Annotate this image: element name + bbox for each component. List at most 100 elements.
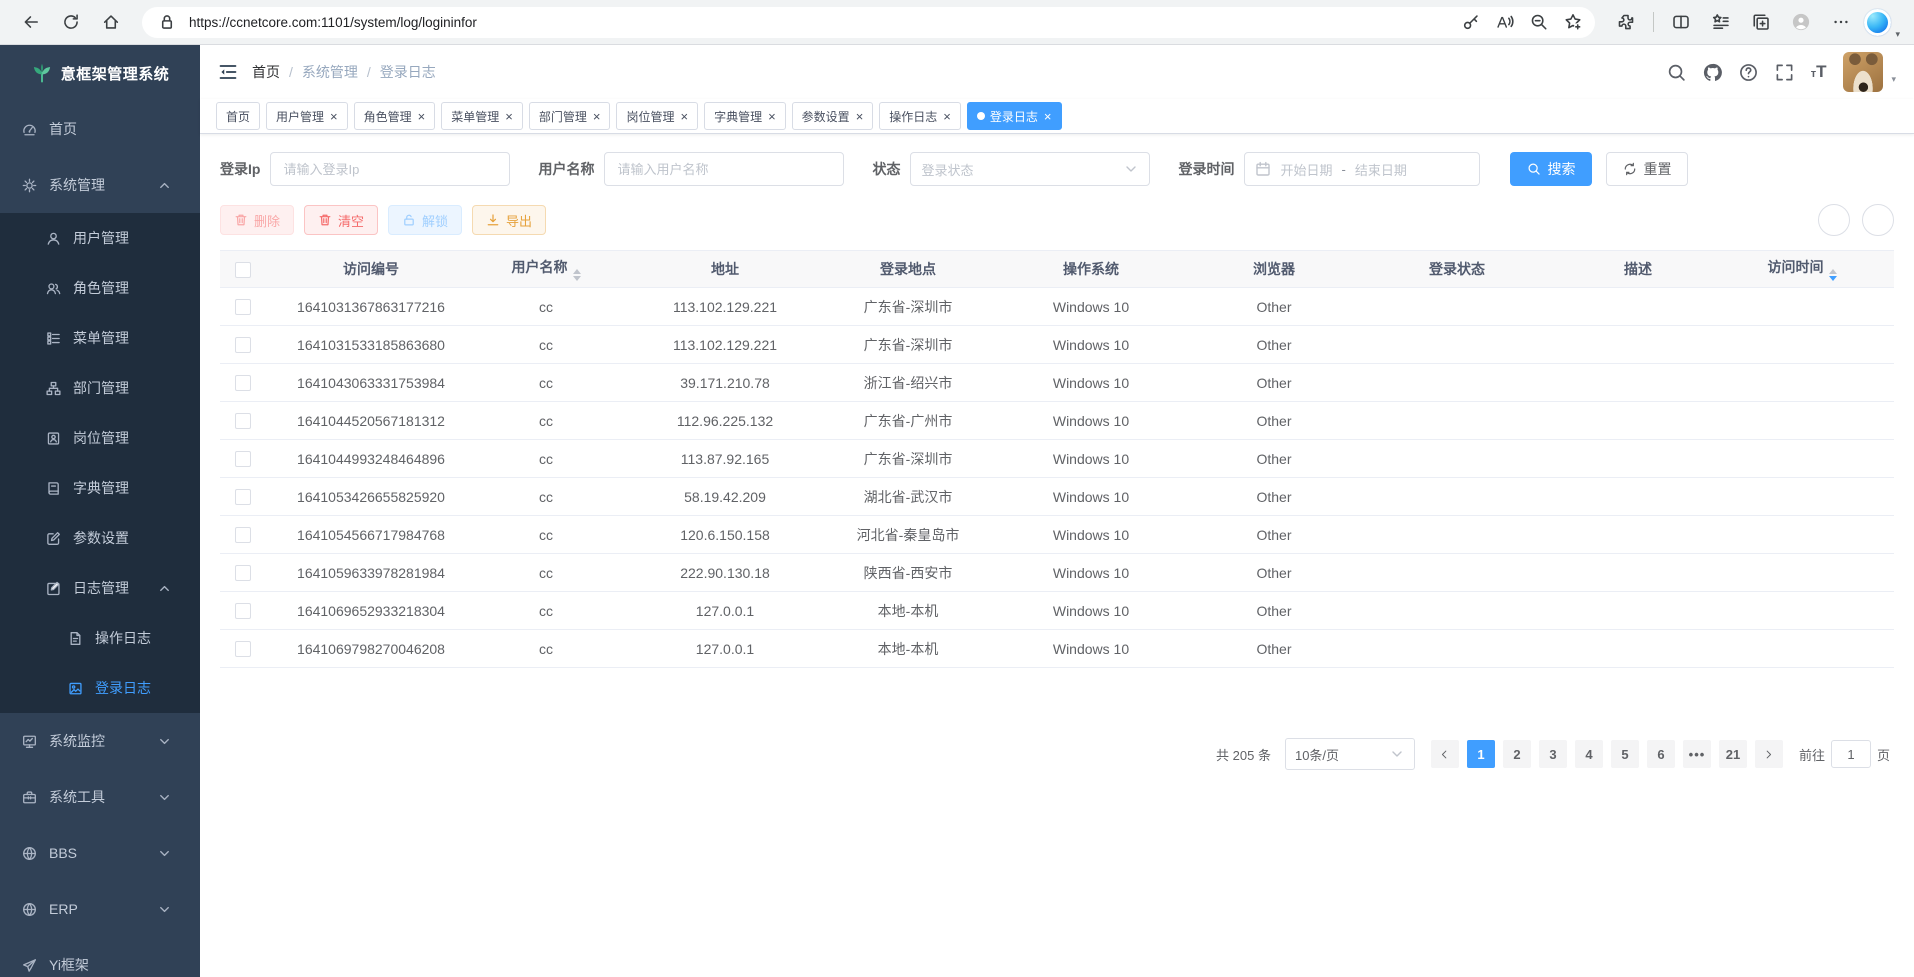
split-screen-icon[interactable] (1664, 6, 1698, 38)
reset-button-label: 重置 (1643, 159, 1671, 179)
sidebar-item-erp[interactable]: ERP (0, 881, 200, 937)
row-checkbox[interactable] (235, 641, 251, 657)
unlock-button[interactable]: 解锁 (388, 205, 462, 235)
sidebar-item-bbs[interactable]: BBS (0, 825, 200, 881)
favorites-bar-icon[interactable] (1704, 6, 1738, 38)
close-tab-icon[interactable]: × (768, 110, 776, 123)
tab-home[interactable]: 首页 (216, 102, 260, 130)
reset-button[interactable]: 重置 (1606, 152, 1688, 186)
sidebar-item-role[interactable]: 角色管理 (0, 263, 200, 313)
row-checkbox[interactable] (235, 527, 251, 543)
sidebar-item-user[interactable]: 用户管理 (0, 213, 200, 263)
font-size-icon[interactable]: тT (1811, 62, 1827, 82)
page-button-6[interactable]: 6 (1647, 740, 1675, 768)
tab-param[interactable]: 参数设置× (792, 102, 874, 130)
password-key-icon[interactable] (1459, 6, 1483, 38)
close-tab-icon[interactable]: × (330, 110, 338, 123)
page-button-3[interactable]: 3 (1539, 740, 1567, 768)
address-bar[interactable]: https://ccnetcore.com:1101/system/log/lo… (142, 7, 1595, 38)
close-tab-icon[interactable]: × (505, 110, 513, 123)
page-button-2[interactable]: 2 (1503, 740, 1531, 768)
tab-post[interactable]: 岗位管理× (616, 102, 698, 130)
table-refresh-button[interactable] (1862, 204, 1894, 236)
github-icon[interactable] (1703, 63, 1722, 82)
select-all-checkbox[interactable] (235, 262, 251, 278)
sidebar-item-monitor[interactable]: 系统监控 (0, 713, 200, 769)
read-aloud-icon[interactable] (1493, 6, 1517, 38)
row-checkbox[interactable] (235, 413, 251, 429)
favorite-star-icon[interactable] (1561, 6, 1585, 38)
sidebar-item-system[interactable]: 系统管理 (0, 157, 200, 213)
close-tab-icon[interactable]: × (593, 110, 601, 123)
sidebar-item-yi[interactable]: Yi框架 (0, 937, 200, 977)
fullscreen-icon[interactable] (1775, 63, 1794, 82)
username-input[interactable] (604, 152, 844, 186)
page-button-1[interactable]: 1 (1467, 740, 1495, 768)
sidebar-item-home[interactable]: 首页 (0, 101, 200, 157)
column-header-user[interactable]: 用户名称 (476, 251, 616, 288)
row-checkbox[interactable] (235, 451, 251, 467)
row-checkbox[interactable] (235, 603, 251, 619)
back-icon[interactable] (14, 6, 48, 38)
tab-menu[interactable]: 菜单管理× (441, 102, 523, 130)
sidebar-item-dict[interactable]: 字典管理 (0, 463, 200, 513)
user-avatar[interactable] (1843, 52, 1883, 92)
page-button-5[interactable]: 5 (1611, 740, 1639, 768)
sidebar-item-loginlog[interactable]: 登录日志 (0, 663, 200, 713)
next-page-button[interactable] (1755, 740, 1783, 768)
row-checkbox[interactable] (235, 489, 251, 505)
row-checkbox[interactable] (235, 375, 251, 391)
column-header-time[interactable]: 访问时间 (1710, 251, 1894, 288)
browser-profile-icon[interactable] (1784, 6, 1818, 38)
refresh-icon[interactable] (54, 6, 88, 38)
goto-page-input[interactable] (1831, 740, 1871, 768)
ip-input[interactable] (270, 152, 510, 186)
breadcrumb-item[interactable]: 首页 (252, 62, 280, 82)
sidebar-item-log[interactable]: 日志管理 (0, 563, 200, 613)
delete-button[interactable]: 删除 (220, 205, 294, 235)
row-checkbox[interactable] (235, 337, 251, 353)
tab-user[interactable]: 用户管理× (266, 102, 348, 130)
row-checkbox[interactable] (235, 565, 251, 581)
header-search-icon[interactable] (1667, 63, 1686, 82)
close-tab-icon[interactable]: × (856, 110, 864, 123)
help-icon[interactable] (1739, 63, 1758, 82)
sidebar-item-dept[interactable]: 部门管理 (0, 363, 200, 413)
extensions-icon[interactable] (1609, 6, 1643, 38)
home-icon[interactable] (94, 6, 128, 38)
sidebar-item-oplog[interactable]: 操作日志 (0, 613, 200, 663)
avatar-caret-icon[interactable]: ▾ (1891, 74, 1896, 85)
prev-page-button[interactable] (1431, 740, 1459, 768)
table-search-toggle-button[interactable] (1818, 204, 1850, 236)
page-button-4[interactable]: 4 (1575, 740, 1603, 768)
page-button-21[interactable]: 21 (1719, 740, 1747, 768)
tab-oplog[interactable]: 操作日志× (879, 102, 961, 130)
more-pages-button[interactable]: ••• (1683, 740, 1711, 768)
sidebar-item-menu[interactable]: 菜单管理 (0, 313, 200, 363)
tab-dept[interactable]: 部门管理× (529, 102, 611, 130)
zoom-out-icon[interactable] (1527, 6, 1551, 38)
tab-loginlog[interactable]: 登录日志× (967, 102, 1062, 130)
more-menu-icon[interactable] (1824, 6, 1858, 38)
search-button[interactable]: 搜索 (1510, 152, 1592, 186)
close-tab-icon[interactable]: × (943, 110, 951, 123)
date-range-input[interactable]: 开始日期 - 结束日期 (1244, 152, 1480, 186)
export-button[interactable]: 导出 (472, 205, 546, 235)
status-select[interactable]: 登录状态 (910, 152, 1150, 186)
collections-icon[interactable] (1744, 6, 1778, 38)
row-checkbox[interactable] (235, 299, 251, 315)
page-size-select[interactable]: 10条/页 (1285, 738, 1415, 770)
tab-role[interactable]: 角色管理× (354, 102, 436, 130)
close-tab-icon[interactable]: × (418, 110, 426, 123)
collapse-sidebar-icon[interactable] (218, 62, 238, 82)
copilot-caret-icon[interactable]: ▾ (1895, 29, 1900, 40)
sidebar-item-param[interactable]: 参数设置 (0, 513, 200, 563)
sidebar-item-post[interactable]: 岗位管理 (0, 413, 200, 463)
close-tab-icon[interactable]: × (1044, 110, 1052, 123)
close-tab-icon[interactable]: × (680, 110, 688, 123)
tab-dict[interactable]: 字典管理× (704, 102, 786, 130)
clear-button[interactable]: 清空 (304, 205, 378, 235)
sidebar-item-tools[interactable]: 系统工具 (0, 769, 200, 825)
copilot-icon[interactable] (1864, 9, 1891, 36)
url-text[interactable]: https://ccnetcore.com:1101/system/log/lo… (189, 15, 1449, 30)
